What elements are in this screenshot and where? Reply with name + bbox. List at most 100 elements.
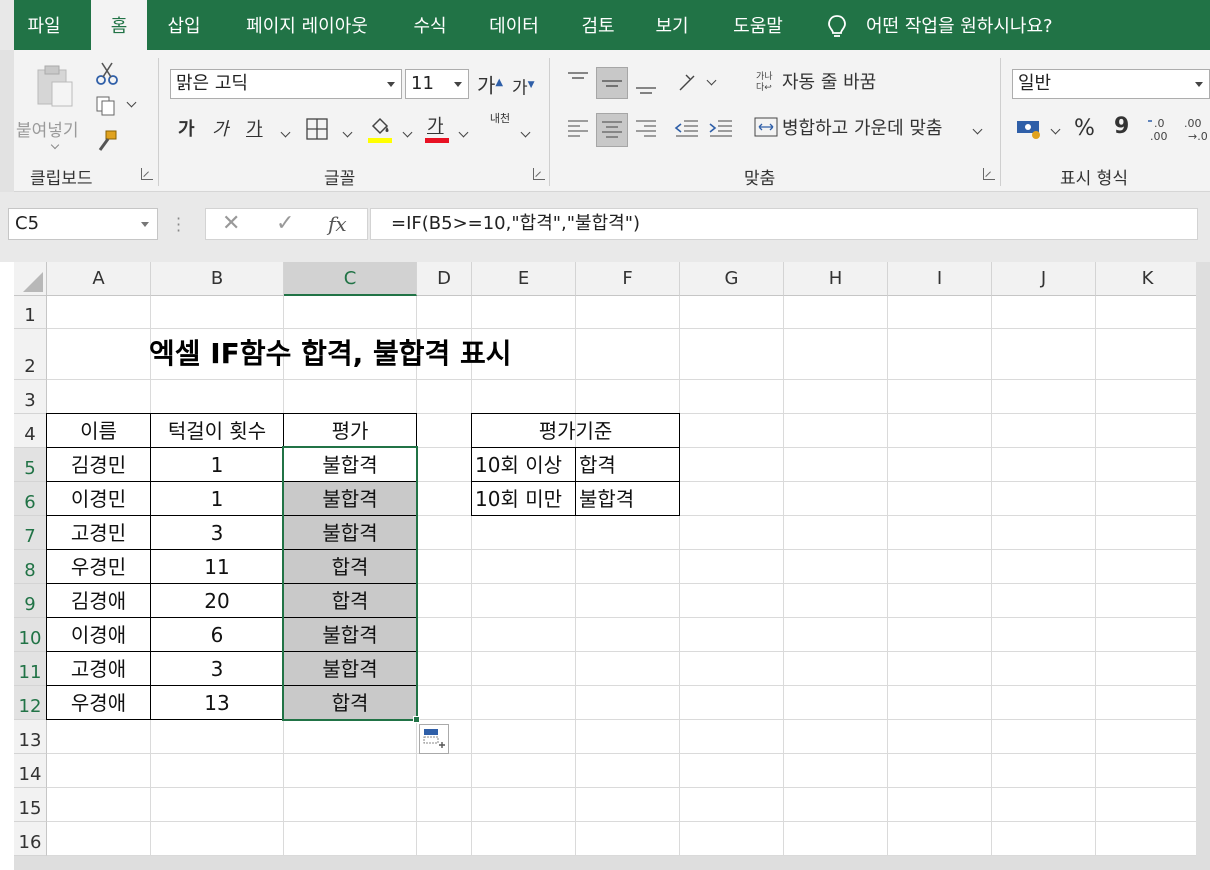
table-cell[interactable]: 불합격	[283, 447, 417, 482]
wrap-text-button[interactable]: 가나 다↩ 자동 줄 바꿈	[756, 70, 896, 98]
row-header-12[interactable]: 12	[14, 686, 47, 720]
vertical-scrollbar[interactable]	[1196, 262, 1210, 870]
table-cell[interactable]: 1	[150, 447, 284, 482]
row-header-1[interactable]: 1	[14, 296, 47, 329]
fill-handle[interactable]	[413, 716, 420, 723]
alignment-launcher-icon[interactable]	[983, 168, 995, 180]
quick-analysis-button[interactable]	[419, 724, 449, 754]
row-header-8[interactable]: 8	[14, 550, 47, 584]
insert-function-icon[interactable]: fx	[328, 209, 347, 239]
table-cell[interactable]: 합격	[283, 549, 417, 584]
bold-button[interactable]: 가	[178, 117, 195, 143]
table-cell[interactable]: 불합격	[283, 515, 417, 550]
row-header-14[interactable]: 14	[14, 754, 47, 788]
borders-icon[interactable]	[306, 118, 328, 140]
row-header-3[interactable]: 3	[14, 380, 47, 414]
copy-button[interactable]	[94, 94, 140, 118]
criteria-cell[interactable]: 합격	[575, 447, 680, 482]
table-cell[interactable]: 김경민	[46, 447, 151, 482]
align-left-icon[interactable]	[566, 118, 590, 140]
font-name-combo[interactable]: 맑은 고딕	[170, 69, 402, 99]
tell-me-search[interactable]: 어떤 작업을 원하시나요?	[826, 0, 1053, 50]
chevron-down-icon[interactable]	[520, 127, 531, 138]
table-cell[interactable]: 6	[150, 617, 284, 652]
column-header-h[interactable]: H	[784, 262, 888, 296]
tab-page-layout[interactable]: 페이지 레이아웃	[234, 0, 380, 50]
font-color-button[interactable]: 가	[425, 114, 451, 144]
grow-font-button[interactable]: 가▲	[477, 70, 503, 99]
row-header-16[interactable]: 16	[14, 822, 47, 856]
column-header-e[interactable]: E	[472, 262, 576, 296]
chevron-down-icon[interactable]	[458, 127, 469, 138]
percent-style-button[interactable]: %	[1074, 116, 1095, 142]
criteria-cell[interactable]: 불합격	[575, 481, 680, 516]
column-header-i[interactable]: I	[888, 262, 992, 296]
table-cell[interactable]: 불합격	[283, 617, 417, 652]
row-header-15[interactable]: 15	[14, 788, 47, 822]
table-cell[interactable]: 13	[150, 685, 284, 720]
decrease-indent-icon[interactable]	[674, 118, 700, 140]
fill-color-button[interactable]	[368, 116, 394, 144]
table-header-cell[interactable]: 평가	[283, 413, 417, 448]
cancel-icon[interactable]: ✕	[222, 209, 240, 239]
table-header-cell[interactable]: 턱걸이 횟수	[150, 413, 284, 448]
chevron-down-icon[interactable]	[342, 127, 353, 138]
clipboard-launcher-icon[interactable]	[141, 168, 153, 180]
table-cell[interactable]: 고경애	[46, 651, 151, 686]
increase-indent-icon[interactable]	[708, 118, 734, 140]
tab-formulas[interactable]: 수식	[402, 0, 458, 50]
select-all-button[interactable]	[14, 262, 47, 296]
comma-style-button[interactable]: 9	[1114, 114, 1129, 140]
font-launcher-icon[interactable]	[533, 168, 545, 180]
criteria-cell[interactable]: 10회 이상	[471, 447, 576, 482]
column-header-j[interactable]: J	[992, 262, 1096, 296]
column-header-d[interactable]: D	[417, 262, 472, 296]
align-center-button[interactable]	[596, 113, 628, 147]
table-cell[interactable]: 불합격	[283, 481, 417, 516]
column-header-b[interactable]: B	[151, 262, 284, 296]
column-header-c[interactable]: C	[284, 262, 417, 296]
align-middle-button[interactable]	[596, 67, 628, 99]
table-cell[interactable]: 20	[150, 583, 284, 618]
name-box[interactable]: C5	[8, 208, 158, 240]
table-cell[interactable]: 김경애	[46, 583, 151, 618]
table-cell[interactable]: 3	[150, 515, 284, 550]
orientation-button[interactable]	[676, 70, 717, 94]
table-cell[interactable]: 합격	[283, 685, 417, 720]
align-bottom-icon[interactable]	[634, 76, 658, 96]
tab-home[interactable]: 홈	[91, 0, 147, 50]
phonetic-button[interactable]: 내천	[488, 112, 512, 126]
align-top-icon[interactable]	[566, 70, 590, 90]
row-header-4[interactable]: 4	[14, 414, 47, 448]
shrink-font-button[interactable]: 가▼	[512, 72, 535, 102]
table-cell[interactable]: 합격	[283, 583, 417, 618]
italic-button[interactable]: 가	[212, 117, 229, 143]
column-header-a[interactable]: A	[47, 262, 151, 296]
column-header-k[interactable]: K	[1096, 262, 1196, 296]
tab-data[interactable]: 데이터	[476, 0, 552, 50]
table-header-cell[interactable]: 이름	[46, 413, 151, 448]
row-header-7[interactable]: 7	[14, 516, 47, 550]
table-cell[interactable]: 불합격	[283, 651, 417, 686]
table-cell[interactable]: 11	[150, 549, 284, 584]
horizontal-scrollbar[interactable]	[14, 856, 1196, 870]
number-format-combo[interactable]: 일반	[1012, 69, 1210, 99]
row-header-2[interactable]: 2	[14, 329, 47, 380]
table-cell[interactable]: 우경애	[46, 685, 151, 720]
column-header-f[interactable]: F	[576, 262, 680, 296]
row-header-10[interactable]: 10	[14, 618, 47, 652]
font-size-combo[interactable]: 11	[405, 69, 469, 99]
column-header-g[interactable]: G	[680, 262, 784, 296]
decrease-decimal-icon[interactable]: .00 →.0	[1180, 116, 1210, 144]
criteria-title[interactable]: 평가기준	[471, 413, 680, 448]
row-header-5[interactable]: 5	[14, 448, 47, 482]
formula-bar-grip[interactable]: · · ·	[176, 211, 181, 239]
formula-input[interactable]: =IF(B5>=10,"합격","불합격")	[370, 208, 1198, 240]
tab-review[interactable]: 검토	[570, 0, 626, 50]
row-header-11[interactable]: 11	[14, 652, 47, 686]
chevron-down-icon[interactable]	[402, 127, 413, 138]
table-cell[interactable]: 이경민	[46, 481, 151, 516]
row-header-9[interactable]: 9	[14, 584, 47, 618]
enter-icon[interactable]: ✓	[276, 209, 294, 239]
align-right-icon[interactable]	[634, 118, 658, 140]
